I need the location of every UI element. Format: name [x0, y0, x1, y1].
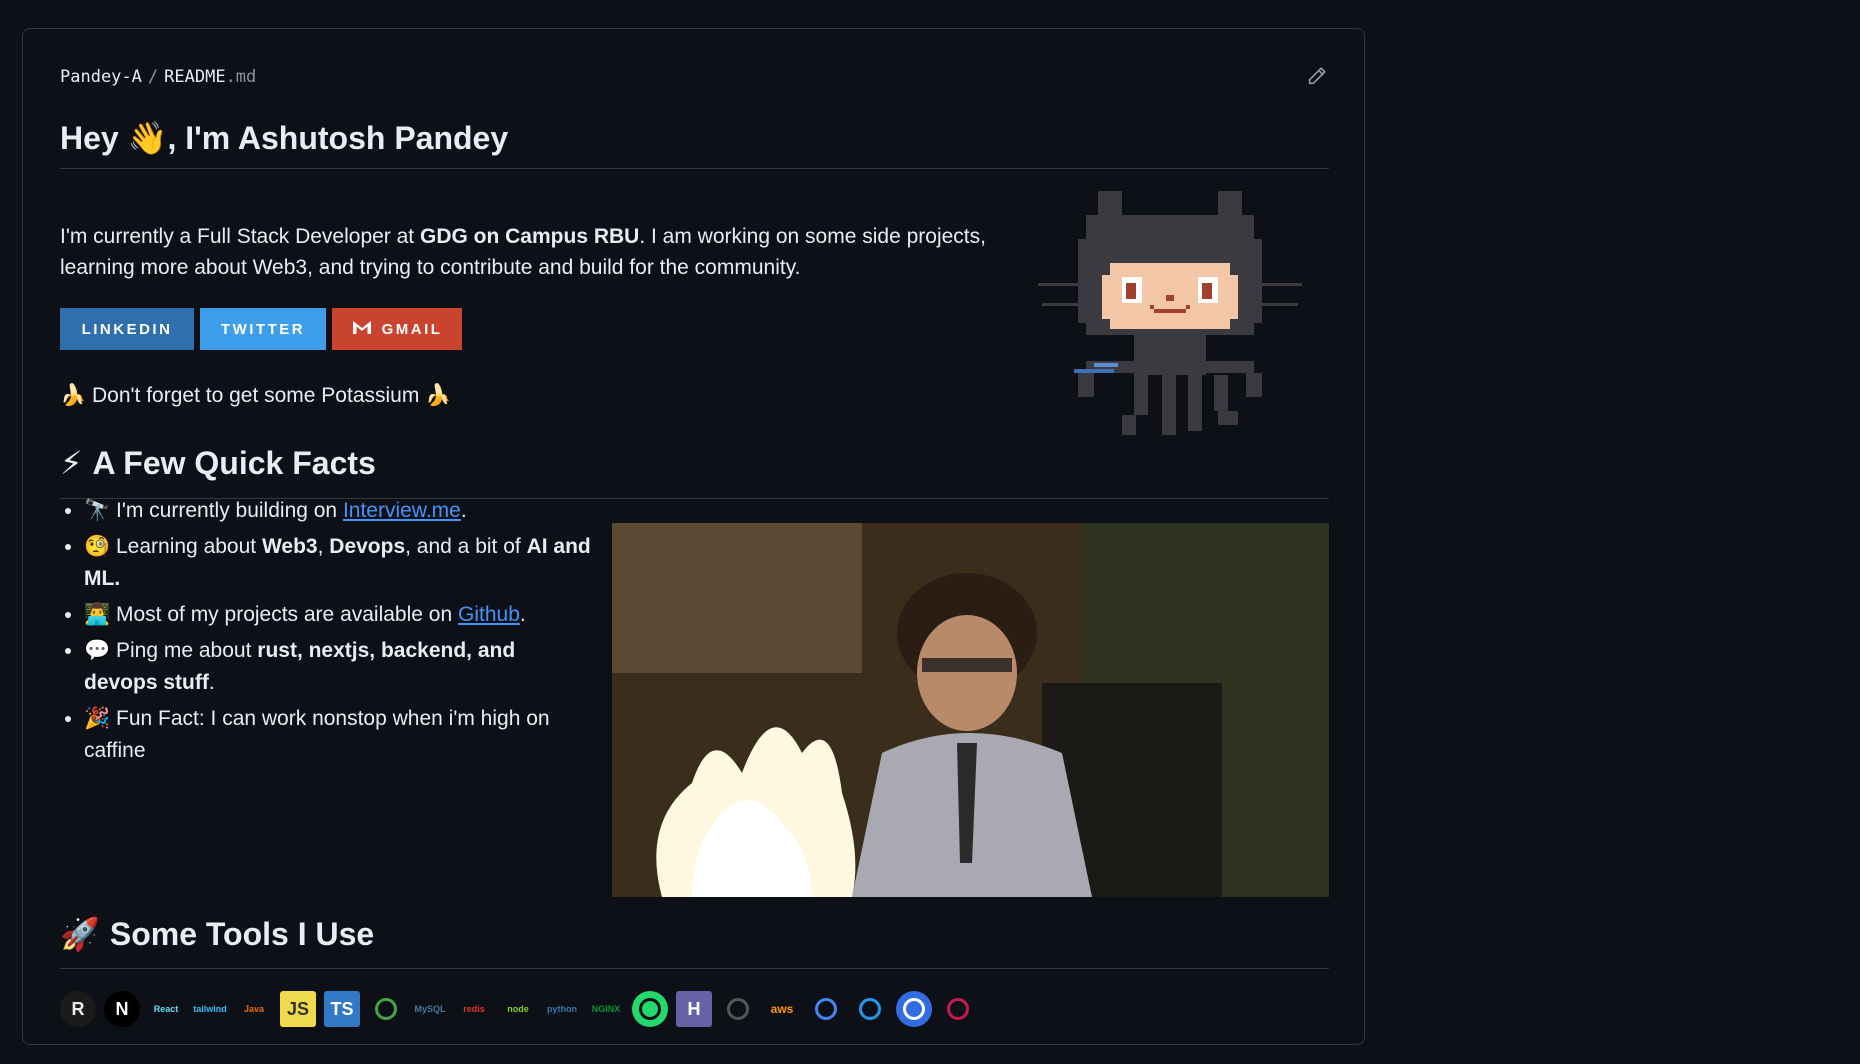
list-item: 🎉 Fun Fact: I can work nonstop when i'm …: [84, 703, 594, 767]
intro-company: GDG on Campus RBU: [419, 225, 640, 248]
tool-label: N: [115, 998, 129, 1019]
tailwind-icon[interactable]: tailwind: [192, 991, 228, 1027]
tool-label: MySQL: [414, 1004, 446, 1014]
mysql-icon[interactable]: MySQL: [412, 991, 448, 1027]
breadcrumb-separator: /: [147, 67, 159, 87]
tool-label: redis: [463, 1004, 485, 1014]
fact-text: .: [208, 671, 215, 694]
tool-label: aws: [770, 1002, 794, 1016]
tool-label: JS: [286, 998, 310, 1019]
quick-facts-heading: ⚡ A Few Quick Facts: [60, 444, 376, 482]
nextjs-icon[interactable]: N: [104, 991, 140, 1027]
typescript-icon[interactable]: TS: [324, 991, 360, 1027]
tool-label: NGINX: [591, 1004, 621, 1014]
tool-label: React: [153, 1004, 179, 1014]
lightning-icon: ⚡: [60, 445, 83, 481]
edit-file-button[interactable]: [1304, 65, 1330, 91]
twitter-label: TWITTER: [220, 320, 306, 338]
breadcrumb-extension: .md: [225, 67, 257, 87]
python-icon[interactable]: python: [544, 991, 580, 1027]
tool-label: tailwind: [193, 1004, 227, 1014]
readme-card: Pandey-A / README.md Hey 👋, I'm Ashutosh P…: [22, 28, 1365, 1045]
github-link[interactable]: Github: [458, 603, 520, 626]
fact-text: ,: [317, 535, 330, 558]
kubernetes-icon[interactable]: [896, 991, 932, 1027]
social-badges: LINKEDIN TWITTER GMAIL: [60, 308, 462, 350]
page-title: Hey 👋, I'm Ashutosh Pandey: [60, 120, 509, 156]
fact-text: .: [460, 499, 467, 522]
redis-icon[interactable]: redis: [456, 991, 492, 1027]
rocket-icon: 🚀: [60, 916, 100, 952]
mongodb-icon[interactable]: [368, 991, 404, 1027]
fact-text: Learning about: [116, 535, 262, 558]
cucumber-icon[interactable]: [632, 991, 668, 1027]
nginx-icon[interactable]: NGINX: [588, 991, 624, 1027]
fact-text: , and a bit of: [405, 535, 527, 558]
tools-icon-row: R N React tailwind Java JS TS MySQL redis node pyt…: [60, 991, 976, 1027]
tool-label: H: [687, 998, 701, 1019]
gmail-icon: [352, 319, 372, 339]
fact-text: .: [519, 603, 526, 626]
party-popper-icon: 🎉: [84, 707, 111, 730]
list-item: 💬 Ping me about rust, nextjs, backend, a…: [84, 635, 594, 699]
linkedin-badge[interactable]: LINKEDIN: [60, 308, 194, 350]
tool-label: TS: [330, 998, 354, 1019]
it-crowd-fire-gif: [602, 523, 1329, 897]
docker-icon[interactable]: [852, 991, 888, 1027]
fact-bold: Web3: [261, 535, 318, 558]
react-icon[interactable]: React: [148, 991, 184, 1027]
potassium-text: Don't forget to get some Potassium: [92, 384, 420, 407]
interview-me-link[interactable]: Interview.me: [343, 499, 461, 522]
fact-text: Ping me about: [116, 639, 258, 662]
gmail-label: GMAIL: [381, 320, 443, 338]
rust-icon[interactable]: R: [60, 991, 96, 1027]
title-divider: [60, 168, 1329, 169]
fact-bold: Devops: [329, 535, 406, 558]
fact-text: .: [114, 567, 121, 590]
fact-text: Most of my projects are available on: [116, 603, 458, 626]
pixel-octocat-image: [1038, 191, 1338, 453]
list-item: 🔭 I'm currently building on Interview.me…: [84, 495, 594, 527]
intro-paragraph: I'm currently a Full Stack Developer at …: [60, 221, 1020, 283]
twitter-badge[interactable]: TWITTER: [200, 308, 326, 350]
potassium-line: 🍌 Don't forget to get some Potassium 🍌: [60, 384, 451, 408]
quick-facts-list: 🔭 I'm currently building on Interview.me…: [58, 495, 594, 771]
fact-text: Fun Fact: I can work nonstop when i'm hi…: [84, 707, 550, 762]
list-item: 👨‍💻 Most of my projects are available on…: [84, 599, 594, 631]
banana-icon: 🍌: [425, 384, 452, 407]
openai-icon[interactable]: [720, 991, 756, 1027]
gmail-badge[interactable]: GMAIL: [332, 308, 462, 350]
tool-label: R: [71, 998, 85, 1019]
monocle-face-icon: 🧐: [84, 535, 111, 558]
tools-title: Some Tools I Use: [109, 915, 375, 952]
intro-text-1: I'm currently a Full Stack Developer at: [60, 225, 420, 248]
linkedin-label: LINKEDIN: [81, 320, 173, 338]
gcp-icon[interactable]: [808, 991, 844, 1027]
technologist-icon: 👨‍💻: [84, 603, 111, 626]
banana-icon: 🍌: [60, 384, 87, 407]
fact-text: I'm currently building on: [116, 499, 343, 522]
file-breadcrumb: Pandey-A / README.md: [60, 67, 256, 87]
javascript-icon[interactable]: JS: [280, 991, 316, 1027]
raspberrypi-icon[interactable]: [940, 991, 976, 1027]
tools-heading: 🚀 Some Tools I Use: [60, 915, 374, 953]
list-item: 🧐 Learning about Web3, Devops, and a bit…: [84, 531, 594, 595]
tools-divider: [60, 968, 1329, 969]
quick-facts-title: A Few Quick Facts: [92, 444, 376, 481]
java-icon[interactable]: Java: [236, 991, 272, 1027]
speech-bubble-icon: 💬: [84, 639, 111, 662]
nodejs-icon[interactable]: node: [500, 991, 536, 1027]
aws-icon[interactable]: aws: [764, 991, 800, 1027]
heroku-icon[interactable]: H: [676, 991, 712, 1027]
tool-label: Java: [243, 1004, 265, 1014]
tool-label: node: [507, 1004, 529, 1014]
breadcrumb-filename: README: [164, 67, 226, 87]
breadcrumb-owner[interactable]: Pandey-A: [60, 67, 142, 87]
telescope-icon: 🔭: [84, 499, 111, 522]
pencil-icon: [1306, 65, 1328, 92]
tool-label: python: [547, 1004, 577, 1014]
